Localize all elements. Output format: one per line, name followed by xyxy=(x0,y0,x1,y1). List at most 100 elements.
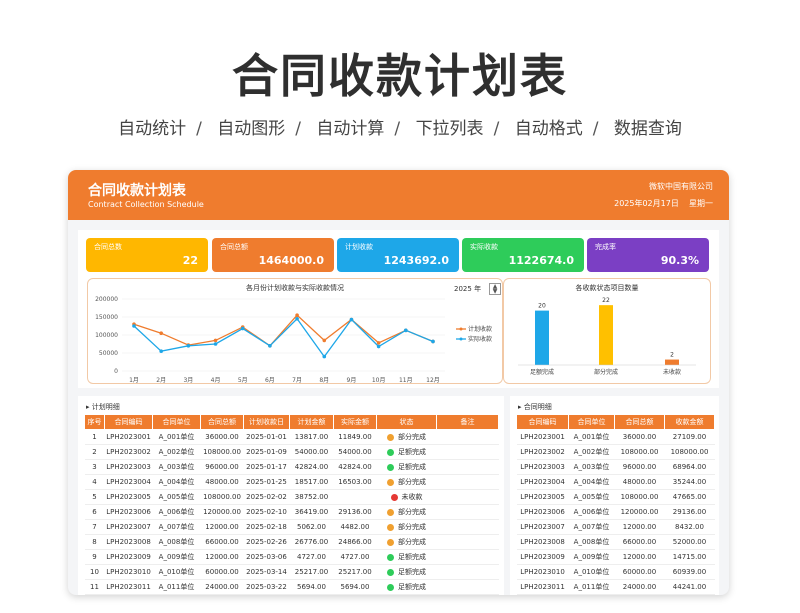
status-label: 部分完成 xyxy=(398,478,426,486)
note-cell xyxy=(436,519,499,535)
column-header: 序号 xyxy=(84,414,105,430)
kpi-label: 实际收款 xyxy=(470,243,498,251)
table-cell: 54000.00 xyxy=(333,444,377,460)
table-row[interactable]: 1 LPH2023001 A_001单位 36000.00 2025-01-01 1381… xyxy=(84,429,499,445)
status-bar-chart: 各收款状态项目数量 20 足额完成 22 部分完成 2 未收款 xyxy=(503,278,711,384)
table-cell: 12000.00 xyxy=(200,519,244,535)
spreadsheet-card: 合同收款计划表 Contract Collection Schedule 微软中… xyxy=(68,170,729,595)
sheet-title: 合同收款计划表 xyxy=(88,183,186,199)
table-row[interactable]: LPH2023005 A_005单位 108000.00 47665.00 xyxy=(516,489,715,505)
table-cell: 2025-03-06 xyxy=(243,549,290,565)
feature-item: 数据查询 xyxy=(613,119,682,139)
status-label: 未收款 xyxy=(401,493,423,501)
table-cell: 36419.00 xyxy=(289,504,334,520)
table-row[interactable]: LPH2023004 A_004单位 48000.00 35244.00 xyxy=(516,474,715,490)
note-cell xyxy=(436,459,499,475)
table-cell: 66000.00 xyxy=(614,534,665,550)
kpi-value: 1122674.0 xyxy=(508,254,574,267)
data-point xyxy=(349,317,354,322)
table-row[interactable]: 6 LPH2023006 A_006单位 120000.00 2025-02-10 364… xyxy=(84,504,499,520)
table-cell: 108000.00 xyxy=(614,489,665,505)
table-cell: LPH2023008 xyxy=(104,534,153,550)
table-cell: A_008单位 xyxy=(152,534,201,550)
kpi-value: 1243692.0 xyxy=(383,254,449,267)
table-row[interactable]: 10 LPH2023010 A_010单位 60000.00 2025-03-14 252… xyxy=(84,564,499,580)
table-cell: 120000.00 xyxy=(614,504,665,520)
kpi-completion-rate: 完成率 90.3% xyxy=(587,238,709,272)
table-cell: 120000.00 xyxy=(200,504,244,520)
column-header: 合同总额 xyxy=(614,414,665,430)
table-cell: 96000.00 xyxy=(200,459,244,475)
table-cell: 4727.00 xyxy=(289,549,334,565)
note-cell xyxy=(436,564,499,580)
hero-title: 合同收款计划表 xyxy=(232,49,568,103)
table-cell: 13817.00 xyxy=(289,429,334,445)
column-header: 收款金额 xyxy=(664,414,715,430)
monthly-line-chart: 各月份计划收款与实际收款情况 2025 年 ▲ ▼ 200000 150000 100… xyxy=(87,278,503,384)
bar-chart-svg: 20 足额完成 22 部分完成 2 未收款 xyxy=(518,297,696,376)
status-dot-icon xyxy=(387,463,394,471)
table-cell: 29136.00 xyxy=(333,504,377,520)
kpi-contract-total: 合同总额 1464000.0 xyxy=(212,238,334,272)
bar xyxy=(535,310,549,365)
series-line xyxy=(133,317,434,358)
table-row[interactable]: LPH2023006 A_006单位 120000.00 29136.00 xyxy=(516,504,715,520)
table-cell: LPH2023003 xyxy=(104,459,153,475)
table-row[interactable]: LPH2023010 A_010单位 60000.00 60939.00 xyxy=(516,564,715,580)
bar-value-label: 22 xyxy=(602,297,610,304)
note-cell xyxy=(436,579,499,595)
table-row[interactable]: 4 LPH2023004 A_004单位 48000.00 2025-01-25 1851… xyxy=(84,474,499,490)
kpi-contract-count: 合同总数 22 xyxy=(86,238,208,272)
table-cell: 48000.00 xyxy=(614,474,665,490)
column-header: 合同编码 xyxy=(516,414,569,430)
table-cell: 60000.00 xyxy=(200,564,244,580)
feature-item: 自动图形 xyxy=(217,119,286,139)
table-cell: A_001单位 xyxy=(568,429,615,445)
sheet-header: 合同收款计划表 Contract Collection Schedule 微软中… xyxy=(68,170,729,220)
table-cell: 26776.00 xyxy=(289,534,334,550)
table-cell: 2025-02-26 xyxy=(243,534,290,550)
table-cell: 12000.00 xyxy=(614,519,665,535)
table-cell: LPH2023004 xyxy=(104,474,153,490)
table-row[interactable]: LPH2023011 A_011单位 24000.00 44241.00 xyxy=(516,579,715,595)
data-point xyxy=(295,317,299,321)
data-point xyxy=(159,331,163,335)
table-row[interactable]: LPH2023001 A_001单位 36000.00 27109.00 xyxy=(516,429,715,445)
column-header: 合同单位 xyxy=(568,414,615,430)
table-row[interactable]: 8 LPH2023008 A_008单位 66000.00 2025-02-26 2677… xyxy=(84,534,499,550)
data-point xyxy=(322,338,327,343)
table-cell: 54000.00 xyxy=(289,444,334,460)
table-cell: 108000.00 xyxy=(200,444,244,460)
table-row[interactable]: LPH2023003 A_003单位 96000.00 68964.00 xyxy=(516,459,715,475)
x-tick-label: 部分完成 xyxy=(594,368,618,376)
x-tick-label: 7月 xyxy=(292,377,302,383)
sheet-subtitle: Contract Collection Schedule xyxy=(88,200,204,209)
table-row[interactable]: LPH2023002 A_002单位 108000.00 108000.00 xyxy=(516,444,715,460)
table-cell: A_001单位 xyxy=(152,429,201,445)
table-row[interactable]: 5 LPH2023005 A_005单位 108000.00 2025-02-02 387… xyxy=(84,489,499,505)
table-row[interactable]: 7 LPH2023007 A_007单位 12000.00 2025-02-18 5062… xyxy=(84,519,499,535)
column-header: 合同编码 xyxy=(104,414,153,430)
table-cell: LPH2023007 xyxy=(516,519,569,535)
table-row[interactable]: LPH2023008 A_008单位 66000.00 52000.00 xyxy=(516,534,715,550)
table-row[interactable]: 9 LPH2023009 A_009单位 12000.00 2025-03-06 4727… xyxy=(84,549,499,565)
status-label: 部分完成 xyxy=(398,523,426,531)
table-cell: 3 xyxy=(84,459,105,475)
legend-marker xyxy=(459,327,463,331)
y-tick-label: 50000 xyxy=(99,350,118,357)
date-line: 2025年02月17日 星期一 xyxy=(614,198,713,209)
data-point xyxy=(240,326,245,331)
table-row[interactable]: LPH2023007 A_007单位 12000.00 8432.00 xyxy=(516,519,715,535)
table-cell: LPH2023006 xyxy=(104,504,153,520)
table-row[interactable]: LPH2023009 A_009单位 12000.00 14715.00 xyxy=(516,549,715,565)
kpi-label: 计划收款 xyxy=(345,243,373,251)
x-tick-label: 8月 xyxy=(319,377,329,383)
status-label: 足额完成 xyxy=(398,448,426,456)
data-point xyxy=(404,328,408,333)
status-dot-icon xyxy=(387,478,394,486)
table-cell: 96000.00 xyxy=(614,459,665,475)
y-tick-label: 200000 xyxy=(95,296,118,303)
table-row[interactable]: 2 LPH2023002 A_002单位 108000.00 2025-01-09 540… xyxy=(84,444,499,460)
table-row[interactable]: 11 LPH2023011 A_011单位 24000.00 2025-03-22 569… xyxy=(84,579,499,595)
table-row[interactable]: 3 LPH2023003 A_003单位 96000.00 2025-01-17 4282… xyxy=(84,459,499,475)
